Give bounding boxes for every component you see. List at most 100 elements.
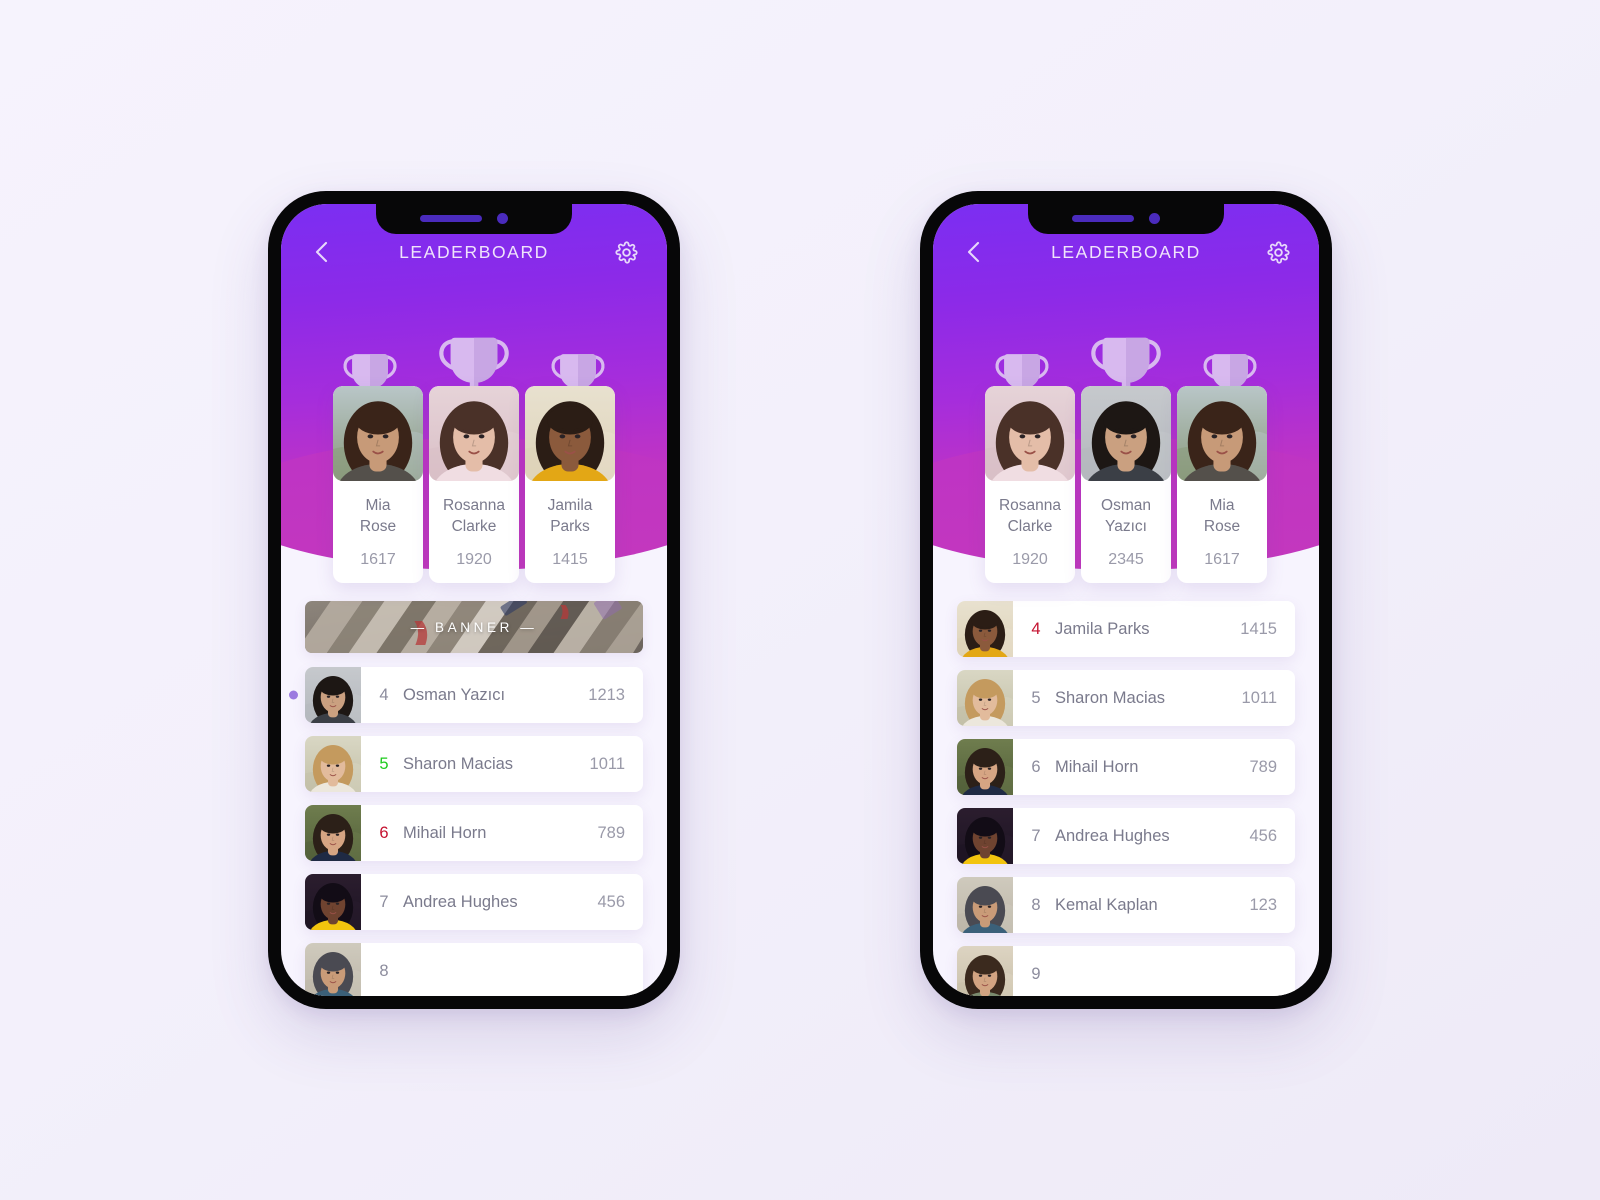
podium-top-three: Rosanna Clarke 1920 Osman Yazıcı 2345 Mi…	[933, 386, 1319, 583]
portrait-photo	[985, 386, 1075, 481]
leaderboard-row[interactable]: 6 Mihail Horn 789	[305, 805, 643, 861]
podium-avatar	[1177, 386, 1267, 481]
podium-name-line2: Parks	[550, 518, 590, 535]
row-name: Osman Yazıcı	[403, 685, 506, 704]
leaderboard-row[interactable]: 8 Kemal Kaplan 123	[957, 877, 1295, 933]
row-name: Sharon Macias	[403, 754, 514, 773]
podium-card-2[interactable]: Rosanna Clarke 1920	[429, 386, 519, 583]
leaderboard-list: 4 Jamila Parks 1415 5 Sharon Macias 1011…	[933, 583, 1319, 996]
phone-screen: LEADERBOARD	[281, 204, 667, 996]
portrait-photo	[305, 805, 361, 861]
row-name: Kemal Kaplan	[1055, 895, 1158, 914]
leaderboard-row[interactable]: 7 Andrea Hughes 456	[305, 874, 643, 930]
portrait-photo	[525, 386, 615, 481]
row-avatar	[305, 805, 361, 861]
row-score: 456	[1249, 826, 1277, 845]
podium-name: Mia	[1209, 497, 1235, 514]
podium-name-line2: Rose	[359, 518, 397, 535]
row-rank: 7	[1031, 826, 1041, 845]
row-rank: 7	[379, 892, 389, 911]
portrait-photo	[957, 946, 1013, 996]
leaderboard-row[interactable]: 7 Andrea Hughes 456	[957, 808, 1295, 864]
leaderboard-row[interactable]: 4 Jamila Parks 1415	[957, 601, 1295, 657]
phone-right: LEADERBOARD Rosanna Clarke 1920 Osman Ya…	[920, 191, 1332, 1009]
phone-notch	[1028, 204, 1224, 234]
portrait-photo	[305, 943, 361, 996]
podium-card-3[interactable]: Jamila Parks 1415	[525, 386, 615, 583]
podium-avatar	[333, 386, 423, 481]
chevron-left-icon[interactable]	[959, 237, 989, 267]
page-title: LEADERBOARD	[399, 241, 549, 262]
page-title: LEADERBOARD	[1051, 241, 1201, 262]
podium-name-line2: Clarke	[451, 518, 497, 535]
podium-score: 1920	[456, 551, 492, 568]
gear-icon[interactable]	[1263, 237, 1293, 267]
podium-card-3[interactable]: Mia Rose 1617	[1177, 386, 1267, 583]
leaderboard-row[interactable]: 4 Osman Yazıcı 1213	[289, 667, 643, 723]
podium-avatar	[1081, 386, 1171, 481]
portrait-photo	[957, 877, 1013, 933]
leaderboard-row[interactable]: 6 Mihail Horn 789	[957, 739, 1295, 795]
row-rank: 6	[1031, 757, 1041, 776]
podium-name: Rosanna	[998, 497, 1062, 514]
notch-camera-icon	[497, 213, 508, 224]
leaderboard-row[interactable]: 8	[305, 943, 643, 996]
podium-avatar	[525, 386, 615, 481]
leaderboard-row[interactable]: 9	[957, 946, 1295, 996]
row-avatar	[957, 946, 1013, 996]
advertisement-banner[interactable]: — BANNER —	[305, 601, 643, 653]
row-avatar	[305, 667, 361, 723]
notch-speaker	[420, 215, 482, 222]
screenshot-stage: LEADERBOARD Mia Rose 1617 Rosanna Clarke…	[0, 0, 1600, 1200]
podium-card-1[interactable]: Rosanna Clarke 1920	[985, 386, 1075, 583]
podium-score: 1617	[1204, 551, 1240, 568]
portrait-photo	[305, 736, 361, 792]
row-rank: 9	[1031, 964, 1041, 983]
leaderboard-list: — BANNER — 4 Osman Yazıcı 1213 5 Sharon …	[281, 583, 667, 996]
podium-avatar	[429, 386, 519, 481]
podium-name-line2: Yazıcı	[1105, 518, 1147, 535]
row-score: 789	[1249, 757, 1277, 776]
podium-score: 2345	[1108, 551, 1144, 568]
row-name: Jamila Parks	[1055, 619, 1150, 638]
podium-name-line2: Rose	[1203, 518, 1241, 535]
row-rank: 4	[379, 685, 389, 704]
row-score: 1213	[588, 685, 625, 704]
row-avatar	[305, 736, 361, 792]
podium-avatar	[985, 386, 1075, 481]
podium-card-1[interactable]: Mia Rose 1617	[333, 386, 423, 583]
portrait-photo	[957, 670, 1013, 726]
leaderboard-row[interactable]: 5 Sharon Macias 1011	[957, 670, 1295, 726]
row-avatar	[305, 874, 361, 930]
row-score: 1011	[1241, 688, 1277, 707]
row-rank: 6	[379, 823, 389, 842]
portrait-photo	[333, 386, 423, 481]
row-avatar	[957, 601, 1013, 657]
phone-screen: LEADERBOARD	[933, 204, 1319, 996]
portrait-photo	[429, 386, 519, 481]
row-avatar	[957, 877, 1013, 933]
row-name: Andrea Hughes	[1055, 826, 1170, 845]
row-name: Mihail Horn	[403, 823, 487, 842]
portrait-photo	[957, 808, 1013, 864]
podium-card-2[interactable]: Osman Yazıcı 2345	[1081, 386, 1171, 583]
podium-name: Mia	[365, 497, 391, 514]
row-avatar	[957, 808, 1013, 864]
podium-name: Rosanna	[442, 497, 506, 514]
portrait-photo	[957, 601, 1013, 657]
gear-icon[interactable]	[611, 237, 641, 267]
podium-name: Jamila	[547, 497, 593, 514]
banner-label: — BANNER —	[410, 619, 538, 635]
podium-score: 1415	[552, 551, 588, 568]
chevron-left-icon[interactable]	[307, 237, 337, 267]
row-avatar	[305, 943, 361, 996]
leaderboard-row[interactable]: 5 Sharon Macias 1011	[305, 736, 643, 792]
row-rank: 4	[1031, 619, 1041, 638]
portrait-photo	[957, 739, 1013, 795]
row-score: 1011	[589, 754, 625, 773]
portrait-photo	[305, 667, 361, 723]
row-name: Sharon Macias	[1055, 688, 1166, 707]
row-avatar	[957, 739, 1013, 795]
row-score: 789	[597, 823, 625, 842]
notch-camera-icon	[1149, 213, 1160, 224]
